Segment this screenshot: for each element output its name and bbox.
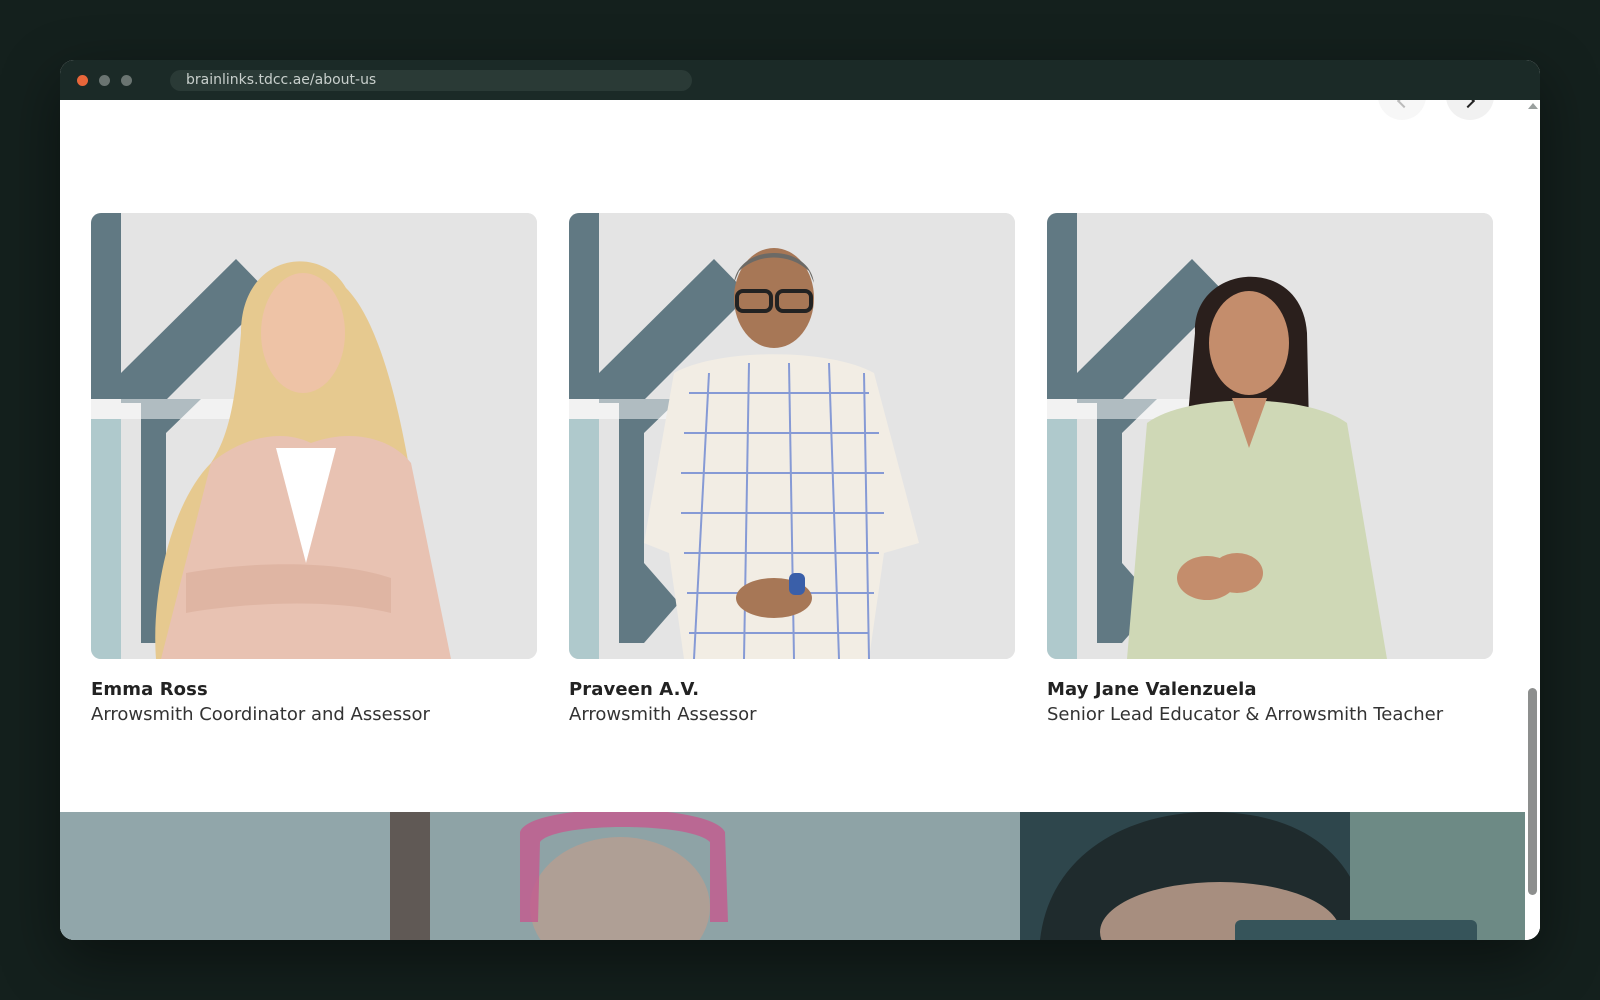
page-scrollbar[interactable] bbox=[1525, 100, 1540, 940]
scrollbar-thumb[interactable] bbox=[1528, 688, 1537, 895]
scroll-up-arrow-icon[interactable] bbox=[1528, 103, 1538, 109]
team-member-photo bbox=[91, 213, 537, 659]
hero-banner-image bbox=[60, 812, 1525, 940]
team-member-card: Praveen A.V. Arrowsmith Assessor bbox=[569, 213, 1015, 725]
carousel-next-button[interactable] bbox=[1446, 100, 1494, 120]
brand-background-graphic bbox=[569, 213, 1015, 659]
team-member-role: Arrowsmith Coordinator and Assessor bbox=[91, 704, 430, 725]
minimize-window-button[interactable] bbox=[99, 75, 110, 86]
chevron-right-icon bbox=[1460, 100, 1476, 108]
team-member-role: Arrowsmith Assessor bbox=[569, 704, 757, 725]
team-member-name: Emma Ross bbox=[91, 679, 208, 700]
carousel-prev-button[interactable] bbox=[1378, 100, 1426, 120]
chevron-left-icon bbox=[1396, 100, 1412, 108]
browser-window: brainlinks.tdcc.ae/about-us Emma Ross Ar… bbox=[60, 60, 1540, 940]
team-member-photo bbox=[1047, 213, 1493, 659]
brand-background-graphic bbox=[1047, 213, 1493, 659]
page-viewport: Emma Ross Arrowsmith Coordinator and Ass… bbox=[60, 100, 1540, 940]
close-window-button[interactable] bbox=[77, 75, 88, 86]
maximize-window-button[interactable] bbox=[121, 75, 132, 86]
team-member-name: May Jane Valenzuela bbox=[1047, 679, 1257, 700]
hero-cta-button[interactable] bbox=[1235, 920, 1477, 940]
team-member-name: Praveen A.V. bbox=[569, 679, 700, 700]
team-member-card: Emma Ross Arrowsmith Coordinator and Ass… bbox=[91, 213, 537, 725]
address-bar[interactable]: brainlinks.tdcc.ae/about-us bbox=[170, 70, 692, 91]
team-member-card: May Jane Valenzuela Senior Lead Educator… bbox=[1047, 213, 1493, 725]
browser-toolbar: brainlinks.tdcc.ae/about-us bbox=[60, 60, 1540, 100]
team-member-photo bbox=[569, 213, 1015, 659]
team-member-role: Senior Lead Educator & Arrowsmith Teache… bbox=[1047, 704, 1444, 725]
brand-background-graphic bbox=[91, 213, 537, 659]
